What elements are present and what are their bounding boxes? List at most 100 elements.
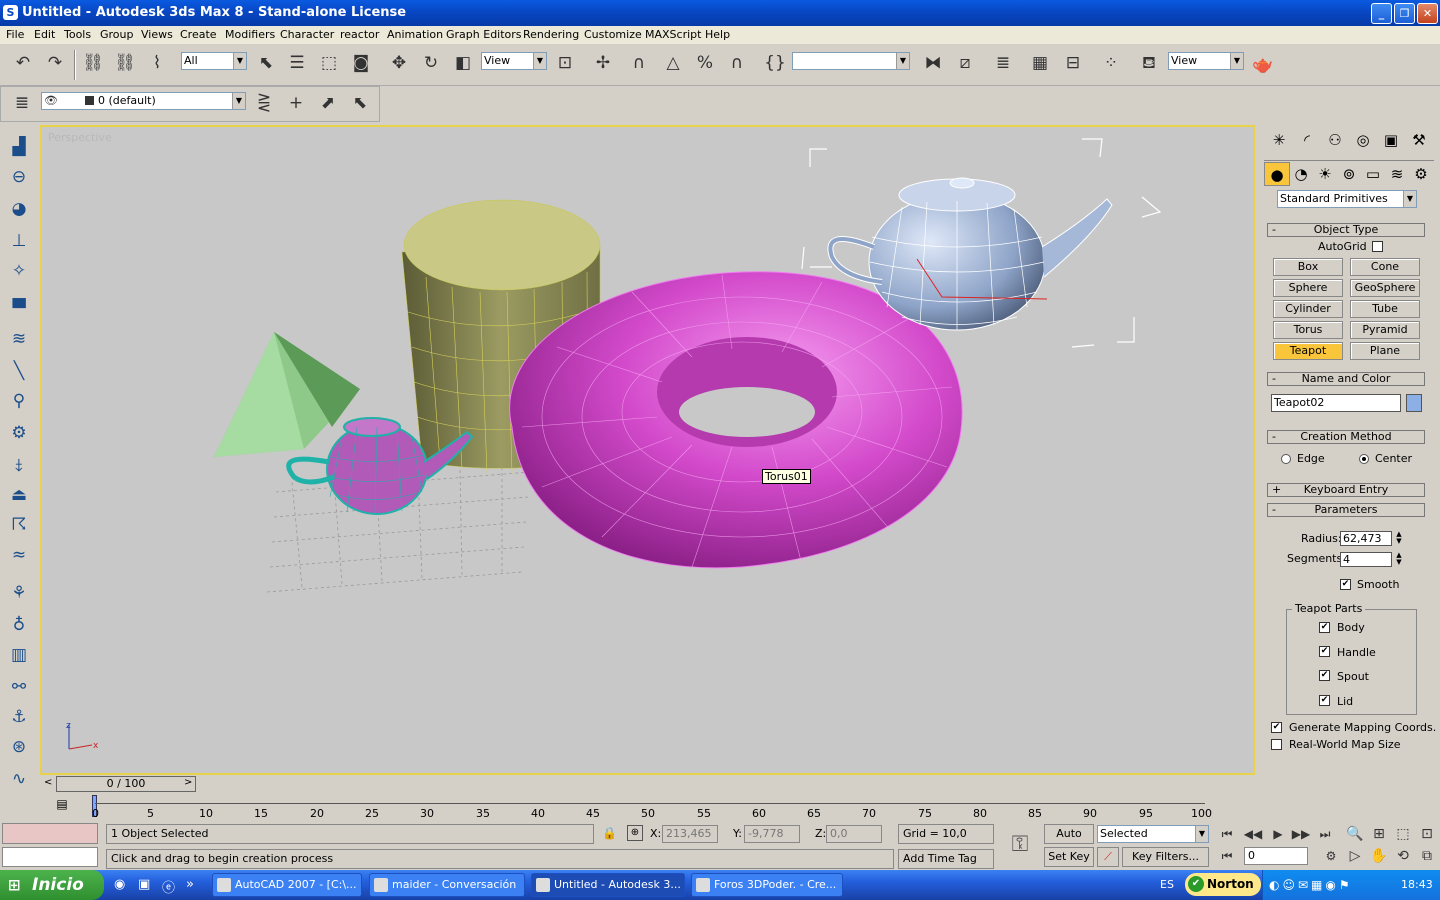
- character-icon[interactable]: ♁: [6, 612, 32, 638]
- real-world-map-checkbox[interactable]: [1271, 739, 1282, 750]
- torus-object[interactable]: [509, 271, 963, 569]
- tape-icon[interactable]: ╲: [6, 358, 32, 384]
- snaps-toggle-icon[interactable]: ∩: [626, 50, 652, 78]
- display-tab-icon[interactable]: ▣: [1378, 128, 1404, 152]
- menu-help[interactable]: Help: [705, 28, 730, 41]
- creation-method-rollout-header[interactable]: - Creation Method: [1267, 430, 1425, 444]
- next-frame-icon[interactable]: ▶▶: [1288, 821, 1314, 849]
- camera-icon[interactable]: ⏏: [6, 482, 32, 508]
- torus-button[interactable]: Torus: [1273, 321, 1343, 339]
- pyramid-button[interactable]: Pyramid: [1350, 321, 1420, 339]
- pivot-point-center-icon[interactable]: ⊡: [552, 50, 578, 78]
- squiggle-icon[interactable]: ∿: [6, 766, 32, 792]
- motion-tab-icon[interactable]: ◎: [1350, 128, 1376, 152]
- pan-hand-icon[interactable]: ✋: [1366, 843, 1392, 871]
- desktop-quicklaunch-icon[interactable]: ▣: [138, 877, 150, 892]
- language-indicator[interactable]: ES: [1160, 878, 1174, 891]
- menu-graph-editors[interactable]: Graph Editors: [446, 28, 522, 41]
- teapot-button[interactable]: Teapot: [1273, 342, 1343, 360]
- prev-frame-arrow-icon[interactable]: <: [44, 777, 52, 788]
- menu-maxscript[interactable]: MAXScript: [645, 28, 701, 41]
- select-objects-in-layer-icon[interactable]: ⬈: [315, 90, 341, 118]
- cone-button[interactable]: Cone: [1350, 258, 1420, 276]
- close-button[interactable]: ✕: [1417, 3, 1438, 24]
- menu-create[interactable]: Create: [180, 28, 217, 41]
- mirror-icon[interactable]: ⧓: [920, 50, 946, 78]
- set-current-layer-icon[interactable]: ⬉: [347, 90, 373, 118]
- wheel-icon[interactable]: ⊛: [6, 734, 32, 760]
- gear-icon[interactable]: ⚙: [6, 420, 32, 446]
- smooth-checkbox[interactable]: ✔: [1340, 579, 1351, 590]
- layer-dropdown[interactable]: 👁 0 (default) ▼: [41, 92, 246, 110]
- center-radio[interactable]: [1359, 454, 1369, 464]
- pose-icon[interactable]: ⚓: [6, 704, 32, 730]
- render-scene-icon[interactable]: ⛾: [1136, 50, 1162, 78]
- parameters-rollout-header[interactable]: - Parameters: [1267, 503, 1425, 517]
- helpers-icon[interactable]: ▭: [1360, 162, 1386, 186]
- star-icon[interactable]: ✧: [6, 258, 32, 284]
- ie-quicklaunch-icon[interactable]: ⓔ: [162, 877, 175, 896]
- create-new-layer-icon[interactable]: ⋛: [251, 90, 277, 118]
- layer-manager-icon[interactable]: ≣: [9, 90, 35, 118]
- auto-key-button[interactable]: Auto Key: [1044, 824, 1094, 858]
- key-filters-button[interactable]: Key Filters...: [1122, 847, 1209, 867]
- menu-group[interactable]: Group: [100, 28, 134, 41]
- z-coordinate-field[interactable]: 0,0: [826, 825, 882, 843]
- task-firefox[interactable]: Foros 3DPoder. - Cre...: [691, 873, 843, 897]
- object-type-rollout-header[interactable]: - Object Type: [1267, 223, 1425, 237]
- maxscript-listener-pink[interactable]: [2, 823, 98, 844]
- name-and-color-rollout-header[interactable]: - Name and Color: [1267, 372, 1425, 386]
- body-checkbox[interactable]: ✔: [1319, 622, 1330, 633]
- biped-icon[interactable]: ☈: [6, 512, 32, 538]
- box-button[interactable]: Box: [1273, 258, 1343, 276]
- material-editor-icon[interactable]: ⁘: [1098, 50, 1124, 78]
- norton-badge[interactable]: ✔ Norton: [1185, 873, 1261, 896]
- selection-filter-dropdown[interactable]: All ▼: [181, 52, 247, 70]
- object-color-swatch[interactable]: [1406, 394, 1422, 412]
- arc-rotate-icon[interactable]: ⟲: [1390, 843, 1416, 871]
- stack-icon[interactable]: ≋: [6, 326, 32, 352]
- percent-snap-icon[interactable]: %: [692, 50, 718, 78]
- box-selection-icon[interactable]: ▀: [6, 296, 32, 322]
- time-configuration-icon[interactable]: ⚙: [1318, 843, 1344, 871]
- window-crossing-icon[interactable]: ◙: [348, 50, 374, 78]
- app-icon[interactable]: S: [3, 5, 18, 20]
- geosphere-button[interactable]: GeoSphere: [1350, 279, 1420, 297]
- radius-spinner-arrows[interactable]: ▲ ▼: [1394, 531, 1404, 546]
- redo-icon[interactable]: ↷: [42, 50, 68, 78]
- segments-spinner[interactable]: 4: [1340, 552, 1392, 567]
- utilities-tab-icon[interactable]: ⚒: [1406, 128, 1432, 152]
- link-icon[interactable]: ⚯: [6, 674, 32, 700]
- perspective-viewport[interactable]: Perspective z x Torus01: [40, 125, 1255, 775]
- task-messenger[interactable]: maider - Conversación: [369, 873, 525, 897]
- tube-button[interactable]: Tube: [1350, 300, 1420, 318]
- object-name-field[interactable]: Teapot02: [1271, 394, 1401, 412]
- keyboard-entry-rollout-header[interactable]: + Keyboard Entry: [1267, 483, 1425, 497]
- spout-checkbox[interactable]: ✔: [1319, 670, 1330, 681]
- absolute-mode-icon[interactable]: ⊕: [627, 825, 643, 841]
- reference-coordinate-dropdown[interactable]: View ▼: [481, 52, 547, 70]
- brush-icon[interactable]: ⚲: [6, 388, 32, 414]
- pyramid-object[interactable]: [214, 332, 360, 457]
- restore-button[interactable]: ❐: [1394, 3, 1415, 24]
- generate-mapping-checkbox[interactable]: ✔: [1271, 722, 1282, 733]
- menu-character[interactable]: Character: [280, 28, 334, 41]
- edit-named-selection-icon[interactable]: {}: [762, 50, 788, 78]
- menu-edit[interactable]: Edit: [34, 28, 55, 41]
- quick-render-teapot-icon[interactable]: 🫖: [1250, 52, 1276, 80]
- angle-snap-icon[interactable]: △: [660, 50, 686, 78]
- key-mode-toggle-icon[interactable]: ⏮: [1214, 843, 1240, 871]
- tray-icons[interactable]: ◐☺✉▦◉⚑: [1269, 878, 1353, 892]
- cylinder-icon[interactable]: ⊖: [6, 164, 32, 190]
- add-selection-to-layer-icon[interactable]: +: [283, 90, 309, 118]
- spinner-snap-icon[interactable]: ∩: [724, 50, 750, 78]
- edge-radio[interactable]: [1281, 454, 1291, 464]
- curve-editor-icon[interactable]: ▦: [1027, 50, 1053, 78]
- menu-rendering[interactable]: Rendering: [523, 28, 579, 41]
- start-button[interactable]: ⊞ Inicio: [0, 870, 104, 900]
- lights-icon[interactable]: ☀: [1312, 162, 1338, 186]
- menu-reactor[interactable]: reactor: [340, 28, 379, 41]
- space-warps-icon[interactable]: ≋: [1384, 162, 1410, 186]
- menu-animation[interactable]: Animation: [387, 28, 443, 41]
- sphere-icon[interactable]: ◕: [6, 196, 32, 222]
